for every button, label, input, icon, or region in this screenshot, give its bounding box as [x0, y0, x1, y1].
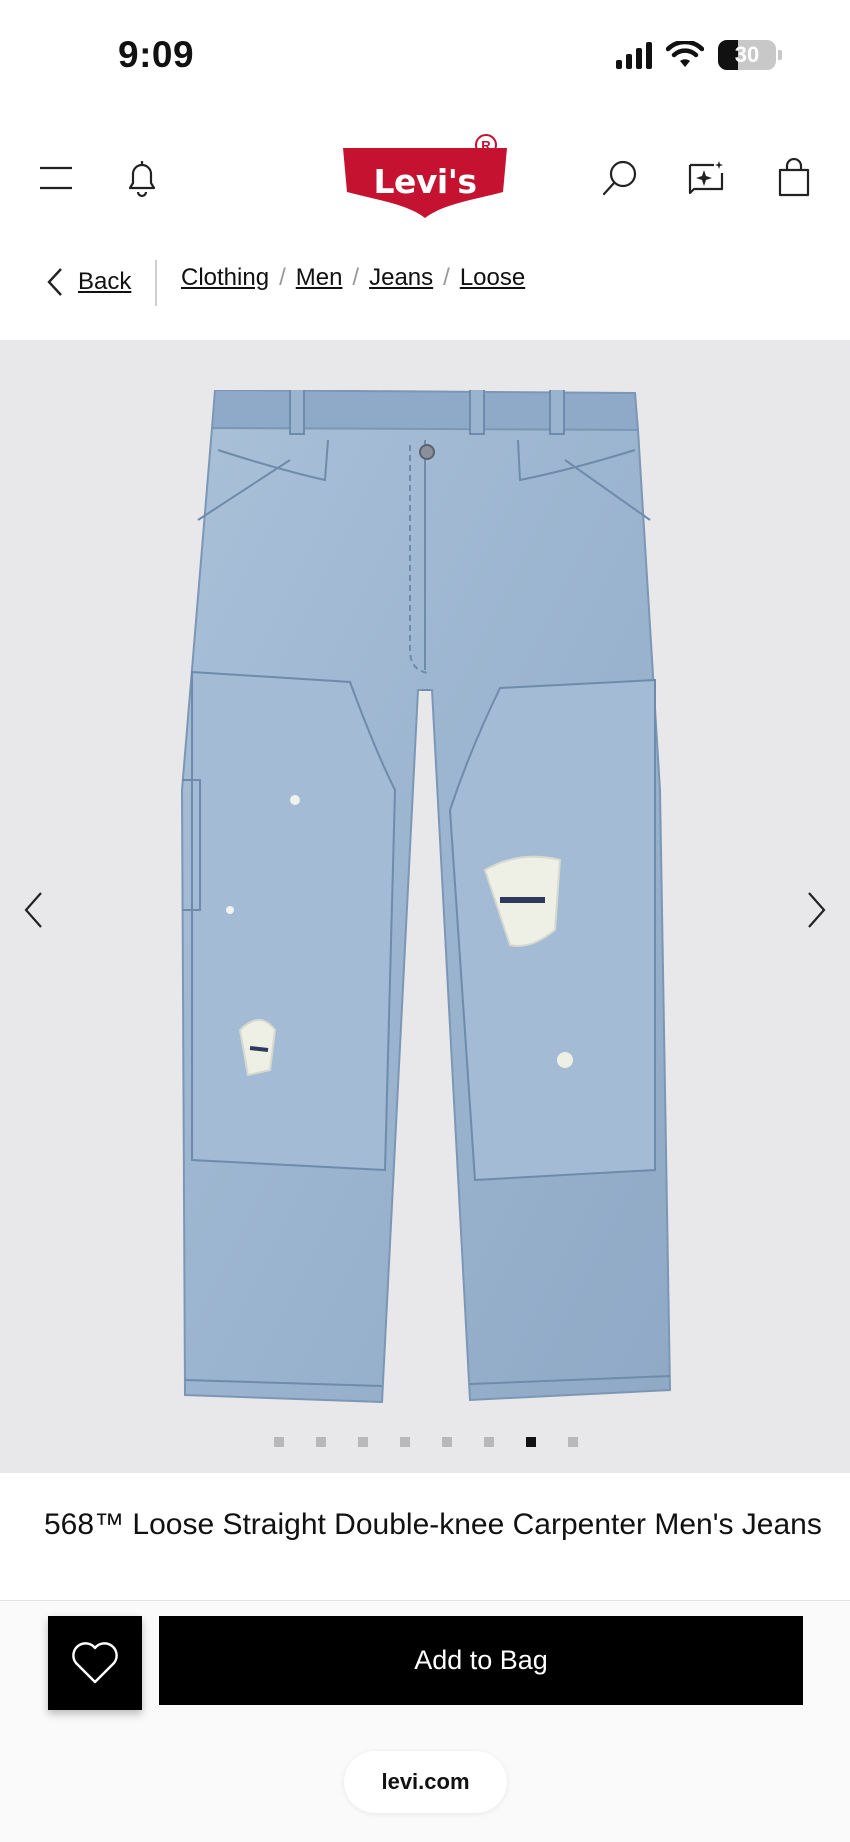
- battery-icon: 30: [718, 40, 782, 70]
- search-icon[interactable]: [592, 150, 648, 206]
- gallery-dot[interactable]: [400, 1437, 410, 1447]
- logo-text: Levi's: [373, 162, 477, 201]
- back-label: Back: [78, 268, 132, 295]
- chevron-left-icon: [47, 268, 62, 296]
- prev-image-button[interactable]: [8, 880, 58, 940]
- status-bar: 9:09 30: [0, 0, 850, 110]
- gallery-dot[interactable]: [442, 1437, 452, 1447]
- back-button[interactable]: Back: [46, 266, 131, 298]
- gallery-dot[interactable]: [526, 1437, 536, 1447]
- registered-mark: R: [475, 134, 497, 156]
- ai-sparkle-icon[interactable]: [678, 150, 734, 206]
- gallery-dot[interactable]: [568, 1437, 578, 1447]
- breadcrumb-jeans[interactable]: Jeans: [369, 264, 433, 292]
- breadcrumb-clothing[interactable]: Clothing: [181, 264, 269, 292]
- browser-url-bar[interactable]: levi.com: [344, 1751, 507, 1813]
- menu-icon[interactable]: [28, 150, 84, 206]
- heart-icon: [72, 1642, 118, 1684]
- breadcrumb-separator: /: [443, 264, 450, 291]
- gallery-dot[interactable]: [358, 1437, 368, 1447]
- chevron-right-icon: [808, 892, 826, 928]
- status-icons: 30: [616, 40, 782, 70]
- site-header: Levi's R: [0, 130, 850, 230]
- breadcrumb-separator: /: [352, 264, 360, 291]
- chevron-left-icon: [24, 892, 42, 928]
- wishlist-button[interactable]: [48, 1616, 142, 1710]
- next-image-button[interactable]: [792, 880, 842, 940]
- product-image: [180, 390, 672, 1404]
- battery-level: 30: [734, 42, 760, 67]
- gallery-pagination: [0, 1437, 850, 1447]
- wifi-icon: [666, 41, 704, 67]
- breadcrumb: Back Clothing / Men / Jeans / Loose: [0, 258, 850, 308]
- bag-icon[interactable]: [766, 150, 822, 206]
- add-to-bag-button[interactable]: Add to Bag: [159, 1616, 803, 1705]
- signal-icon: [616, 41, 652, 69]
- breadcrumb-men[interactable]: Men: [296, 264, 343, 292]
- breadcrumb-separator: /: [279, 264, 286, 291]
- levis-logo[interactable]: Levi's R: [343, 134, 507, 218]
- breadcrumb-divider: [155, 260, 157, 306]
- breadcrumb-loose[interactable]: Loose: [460, 264, 525, 292]
- product-gallery[interactable]: [0, 340, 850, 1473]
- gallery-dot[interactable]: [316, 1437, 326, 1447]
- gallery-dot[interactable]: [484, 1437, 494, 1447]
- breadcrumb-trail: Clothing / Men / Jeans / Loose: [181, 264, 525, 292]
- bell-icon[interactable]: [114, 150, 170, 206]
- gallery-dot[interactable]: [274, 1437, 284, 1447]
- status-time: 9:09: [118, 34, 195, 75]
- product-title: 568™ Loose Straight Double-knee Carpente…: [44, 1508, 822, 1541]
